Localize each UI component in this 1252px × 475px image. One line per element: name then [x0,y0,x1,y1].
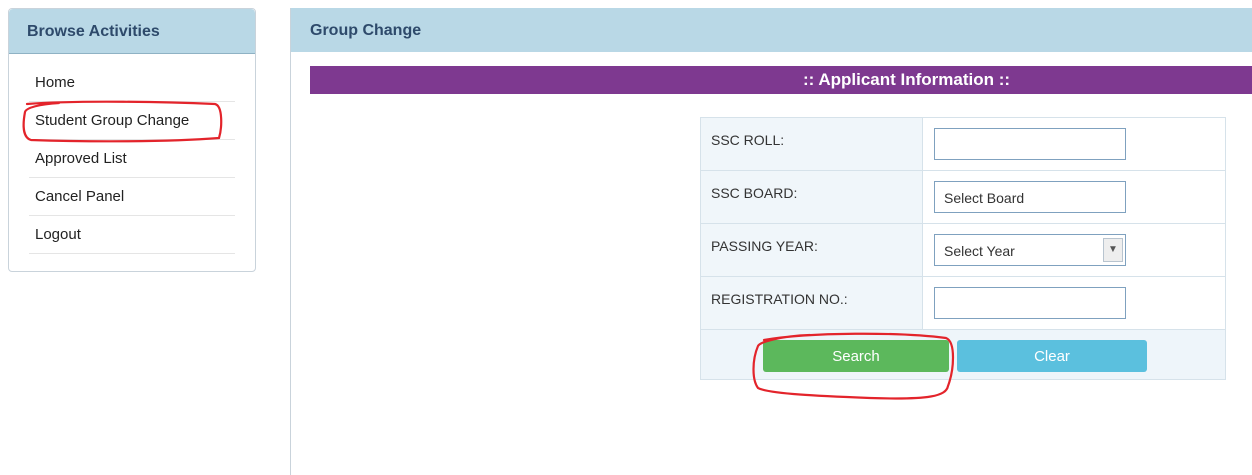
search-button[interactable]: Search [763,340,949,372]
sidebar-item-home[interactable]: Home [29,64,235,102]
ssc-board-selected: Select Board [944,190,1025,206]
page: Browse Activities Home Student Group Cha… [0,0,1252,475]
ssc-roll-input[interactable] [934,128,1126,160]
sidebar-title: Browse Activities [9,9,255,54]
sidebar-item-cancel-panel[interactable]: Cancel Panel [29,178,235,216]
passing-year-selected: Select Year [944,243,1015,259]
form-button-row: Search Clear [700,329,1226,380]
form-row-registration-no: REGISTRATION NO.: [700,276,1226,330]
sidebar-item-approved-list[interactable]: Approved List [29,140,235,178]
chevron-down-icon[interactable]: ▼ [1103,238,1123,262]
form-row-ssc-board: SSC BOARD: Select Board [700,170,1226,224]
registration-no-label: REGISTRATION NO.: [700,276,923,330]
section-title: :: Applicant Information :: [310,66,1252,94]
main-panel: Group Change :: Applicant Information ::… [290,8,1252,475]
passing-year-select[interactable]: Select Year ▼ [934,234,1126,266]
passing-year-label: PASSING YEAR: [700,223,923,277]
registration-no-input[interactable] [934,287,1126,319]
form-row-ssc-roll: SSC ROLL: [700,117,1226,171]
page-title: Group Change [291,8,1252,52]
applicant-form: SSC ROLL: SSC BOARD: Select Board PASSIN… [700,117,1226,380]
ssc-board-label: SSC BOARD: [700,170,923,224]
sidebar: Browse Activities Home Student Group Cha… [8,8,256,272]
ssc-roll-label: SSC ROLL: [700,117,923,171]
form-row-passing-year: PASSING YEAR: Select Year ▼ [700,223,1226,277]
sidebar-item-logout[interactable]: Logout [29,216,235,254]
sidebar-item-student-group-change[interactable]: Student Group Change [29,102,235,140]
ssc-board-select[interactable]: Select Board [934,181,1126,213]
clear-button[interactable]: Clear [957,340,1147,372]
sidebar-menu: Home Student Group Change Approved List … [29,64,235,254]
